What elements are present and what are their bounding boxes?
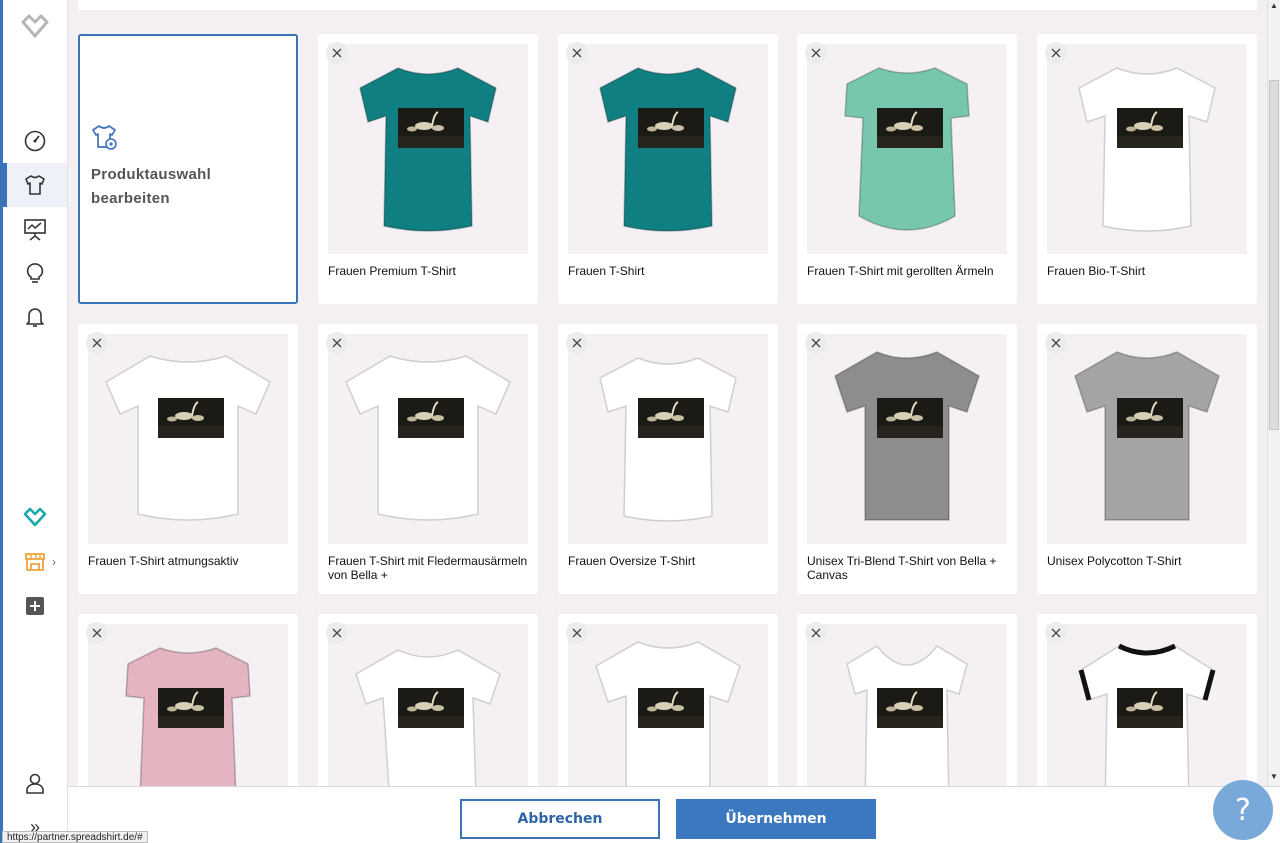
product-name: Unisex Tri-Blend T-Shirt von Bella + Can… <box>807 554 997 582</box>
product-image <box>568 44 768 254</box>
scroll-down-arrow-icon[interactable]: ▼ <box>1268 770 1280 784</box>
product-image <box>88 334 288 544</box>
bell-icon[interactable] <box>20 302 50 332</box>
product-name: Unisex Polycotton T-Shirt <box>1047 554 1182 568</box>
product-image <box>807 334 1007 544</box>
product-card[interactable]: Unisex Polycotton T-Shirt <box>1037 324 1257 594</box>
product-name: Frauen T-Shirt atmungsaktiv <box>88 554 239 568</box>
remove-product-close-icon[interactable] <box>86 622 108 644</box>
remove-product-close-icon[interactable] <box>805 42 827 64</box>
remove-product-close-icon[interactable] <box>326 332 348 354</box>
product-name: Frauen Bio-T-Shirt <box>1047 264 1146 278</box>
remove-product-close-icon[interactable] <box>1045 622 1067 644</box>
product-image <box>328 44 528 254</box>
product-name: Frauen T-Shirt mit Fledermausärmeln von … <box>328 554 528 582</box>
remove-product-close-icon[interactable] <box>1045 42 1067 64</box>
product-image <box>1047 334 1247 544</box>
product-card[interactable]: Frauen Premium T-Shirt <box>318 34 538 304</box>
product-image <box>1047 44 1247 254</box>
presentation-chart-icon[interactable] <box>20 214 50 244</box>
shop-expand-chevron[interactable]: › <box>52 555 56 569</box>
help-button[interactable]: ? <box>1213 780 1273 840</box>
dialog-footer: Abbrechen Übernehmen <box>68 786 1280 843</box>
remove-product-close-icon[interactable] <box>326 42 348 64</box>
remove-product-close-icon[interactable] <box>805 622 827 644</box>
product-image <box>568 334 768 544</box>
spreadshop-diamond-icon[interactable] <box>20 503 50 533</box>
tshirt-icon[interactable] <box>20 170 50 200</box>
status-bar-url: https://partner.spreadshirt.de/# <box>2 831 148 843</box>
shop-store-icon[interactable] <box>20 547 50 577</box>
remove-product-close-icon[interactable] <box>86 332 108 354</box>
remove-product-close-icon[interactable] <box>566 42 588 64</box>
scroll-thumb[interactable] <box>1269 80 1279 430</box>
user-icon[interactable] <box>20 768 50 798</box>
product-name: Frauen T-Shirt mit gerollten Ärmeln <box>807 264 994 278</box>
product-name: Frauen T-Shirt <box>568 264 645 278</box>
scroll-up-arrow-icon[interactable]: ▲ <box>1268 0 1280 12</box>
remove-product-close-icon[interactable] <box>326 622 348 644</box>
tshirt-edit-icon <box>90 122 120 157</box>
product-image <box>328 334 528 544</box>
edit-product-selection-card[interactable]: Produktauswahl bearbeiten <box>78 34 298 304</box>
product-card[interactable]: Unisex Tri-Blend T-Shirt von Bella + Can… <box>797 324 1017 594</box>
sidebar-accent-bar <box>0 0 3 843</box>
remove-product-close-icon[interactable] <box>1045 332 1067 354</box>
remove-product-close-icon[interactable] <box>566 622 588 644</box>
product-card[interactable]: Frauen Bio-T-Shirt <box>1037 34 1257 304</box>
product-card[interactable]: Frauen T-Shirt <box>558 34 778 304</box>
product-card[interactable]: Frauen T-Shirt atmungsaktiv <box>78 324 298 594</box>
product-card[interactable]: Frauen T-Shirt mit gerollten Ärmeln <box>797 34 1017 304</box>
vertical-scrollbar[interactable]: ▲ ▼ <box>1267 0 1280 786</box>
sidebar: › » <box>0 0 68 843</box>
dashboard-gauge-icon[interactable] <box>20 126 50 156</box>
product-card[interactable]: Frauen T-Shirt mit Fledermausärmeln von … <box>318 324 538 594</box>
edit-product-selection-label: Produktauswahl bearbeiten <box>91 166 212 207</box>
logo-diamond-icon[interactable] <box>20 12 50 42</box>
add-square-icon[interactable] <box>20 591 50 621</box>
remove-product-close-icon[interactable] <box>805 332 827 354</box>
cancel-button[interactable]: Abbrechen <box>460 799 660 839</box>
remove-product-close-icon[interactable] <box>566 332 588 354</box>
product-name: Frauen Oversize T-Shirt <box>568 554 696 568</box>
product-image <box>807 44 1007 254</box>
top-section-card <box>78 0 1257 10</box>
product-card[interactable]: Frauen Oversize T-Shirt <box>558 324 778 594</box>
apply-button[interactable]: Übernehmen <box>676 799 876 839</box>
product-name: Frauen Premium T-Shirt <box>328 264 456 278</box>
lightbulb-icon[interactable] <box>20 258 50 288</box>
